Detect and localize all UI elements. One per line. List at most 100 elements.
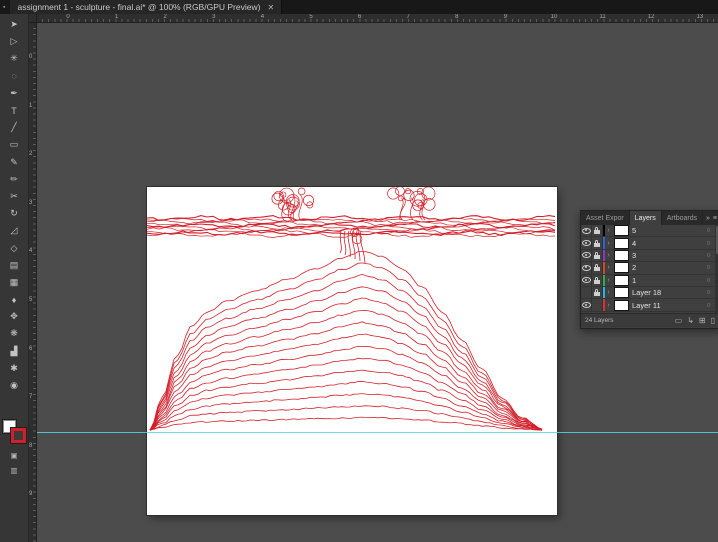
artboard[interactable] [146,186,558,516]
lock-toggle[interactable] [592,274,603,286]
visibility-toggle[interactable] [581,237,592,249]
layer-row[interactable]: › 2 ○ [581,262,718,275]
screen-mode-button[interactable]: ▥ [10,466,17,475]
tool-magic-wand-tool[interactable]: ✳ [0,50,28,67]
layer-thumbnail[interactable] [614,274,629,286]
ruler-number: 12 [647,14,655,20]
tab-artboards[interactable]: Artboards [662,211,704,225]
lock-toggle[interactable] [592,299,603,311]
layer-name[interactable]: 3 [632,251,704,260]
tool-pen-tool[interactable]: ✒ [0,85,28,102]
layer-name[interactable]: 2 [632,263,704,272]
layer-row[interactable]: › 3 ○ [581,249,718,263]
lock-toggle[interactable] [592,225,603,237]
visibility-toggle[interactable] [581,262,592,274]
magic-wand-tool-icon: ✳ [10,53,18,64]
visibility-toggle[interactable] [581,286,592,299]
layer-name[interactable]: Layer 11 [632,301,704,310]
layer-name[interactable]: 4 [632,239,704,248]
ruler-ticks [33,22,36,542]
lock-icon [594,227,600,235]
panel-menu-icon[interactable]: ≡ [713,215,717,222]
tool-direct-selection-tool[interactable]: ▷ [0,33,28,50]
layer-name[interactable]: 5 [632,226,704,235]
layer-thumbnail[interactable] [614,287,629,299]
layer-target-icon[interactable]: ○ [704,240,713,247]
expand-chevron-icon[interactable]: › [605,277,612,284]
expand-chevron-icon[interactable]: › [605,227,612,234]
tool-rotate-tool[interactable]: ↻ [0,205,28,222]
visibility-toggle[interactable] [581,299,592,311]
ruler-origin[interactable] [28,14,37,23]
visibility-toggle[interactable] [581,274,592,286]
layer-target-icon[interactable]: ○ [704,252,713,259]
layer-thumbnail[interactable] [614,225,629,237]
vertical-ruler[interactable]: 0 1 2 3 4 5 6 7 8 9 [28,22,37,542]
layer-row[interactable]: › 5 ○ [581,225,718,238]
lock-icon [594,251,600,259]
stroke-color-swatch[interactable] [11,428,26,443]
layer-thumbnail[interactable] [614,249,629,261]
eyedropper-tool-icon: ♦ [11,294,17,305]
tool-type-tool[interactable]: T [0,102,28,119]
document-tab[interactable]: assignment 1 - sculpture - final.ai* @ 1… [10,0,283,14]
tool-rectangle-tool[interactable]: ▭ [0,136,28,153]
layer-target-icon[interactable]: ○ [704,277,713,284]
tool-symbol-sprayer-tool[interactable]: ❋ [0,325,28,342]
layer-target-icon[interactable]: ○ [704,264,713,271]
layer-name[interactable]: 1 [632,276,704,285]
paintbrush-tool-icon: ✎ [10,156,18,167]
visibility-toggle[interactable] [581,225,592,237]
layer-row[interactable]: › Layer 18 ○ [581,286,718,300]
fill-stroke-indicator[interactable] [3,420,26,443]
layer-row[interactable]: › 4 ○ [581,237,718,250]
lock-toggle[interactable] [592,237,603,249]
new-sublayer-button[interactable]: ↳ [687,316,694,325]
tool-eyedropper-tool[interactable]: ♦ [0,291,28,308]
expand-chevron-icon[interactable]: › [605,240,612,247]
tool-pencil-tool[interactable]: ✏ [0,171,28,188]
tool-blend-tool[interactable]: ✥ [0,308,28,325]
tool-lasso-tool[interactable]: ◌ [0,68,28,85]
lock-toggle[interactable] [592,262,603,274]
layer-thumbnail[interactable] [614,299,629,311]
tool-zoom-tool[interactable]: ◉ [0,377,28,394]
tool-paintbrush-tool[interactable]: ✎ [0,154,28,171]
layer-name[interactable]: Layer 18 [632,288,704,297]
layer-thumbnail[interactable] [614,237,629,249]
lock-toggle[interactable] [592,286,603,299]
expand-chevron-icon[interactable]: › [605,289,612,296]
tool-selection-tool[interactable]: ➤ [0,16,28,33]
tool-width-tool[interactable]: ◇ [0,239,28,256]
new-layer-button[interactable]: ⊞ [699,316,706,325]
tool-gradient-tool[interactable]: ▤ [0,257,28,274]
tab-layers[interactable]: Layers [629,211,662,225]
layer-row[interactable]: › Layer 11 ○ [581,299,718,312]
layer-target-icon[interactable]: ○ [704,227,713,234]
draw-mode-button[interactable]: ▣ [10,452,17,460]
horizontal-ruler[interactable]: 0 1 2 3 4 5 6 7 8 9 10 11 12 13 [36,14,718,23]
expand-chevron-icon[interactable]: › [605,264,612,271]
tool-scale-tool[interactable]: ◿ [0,222,28,239]
ruler-number: 4 [29,248,33,255]
tool-hand-tool[interactable]: ✱ [0,360,28,377]
layer-target-icon[interactable]: ○ [704,302,713,309]
expand-chevron-icon[interactable]: › [605,252,612,259]
delete-layer-button[interactable]: ▯ [711,316,715,325]
layer-thumbnail[interactable] [614,262,629,274]
collapse-panel-icon[interactable]: » [706,215,710,222]
visibility-toggle[interactable] [581,249,592,262]
tool-mesh-tool[interactable]: ▦ [0,274,28,291]
close-tab-icon[interactable]: ✕ [267,3,274,12]
tool-column-graph-tool[interactable]: ▟ [0,343,28,360]
expand-chevron-icon[interactable]: › [605,302,612,309]
tool-scissors-tool[interactable]: ✂ [0,188,28,205]
lock-toggle[interactable] [592,249,603,262]
zoom-tool-icon: ◉ [10,380,18,391]
layer-row[interactable]: › 1 ○ [581,274,718,287]
tool-line-segment-tool[interactable]: ╱ [0,119,28,136]
make-clipping-mask-button[interactable]: ▭ [675,316,683,325]
guide-line[interactable] [36,432,718,433]
layer-target-icon[interactable]: ○ [704,289,713,296]
tab-asset-export[interactable]: Asset Expor [581,211,630,225]
